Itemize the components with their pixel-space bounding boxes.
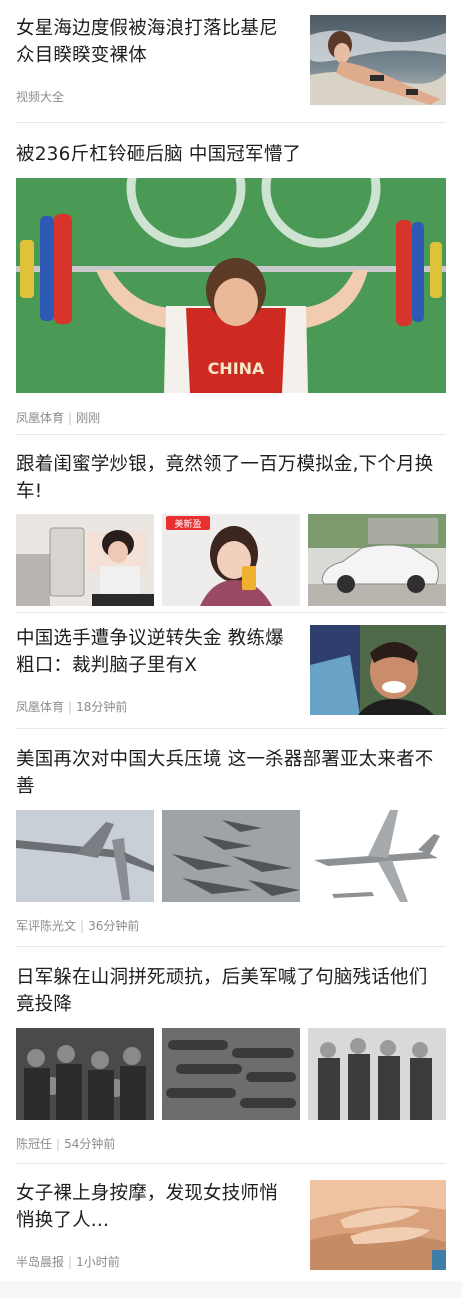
news-source: 军评陈光文 bbox=[16, 919, 77, 933]
bombers-parked-photo[interactable] bbox=[162, 810, 300, 902]
news-title[interactable]: 跟着闺蜜学炒银，竟然领了一百万模拟金,下个月换车! bbox=[16, 451, 446, 505]
news-source: 陈冠任 bbox=[16, 1137, 53, 1151]
soldiers-prone-photo[interactable] bbox=[162, 1028, 300, 1120]
soldiers-group-photo[interactable] bbox=[16, 1028, 154, 1120]
massage-photo[interactable] bbox=[310, 1180, 446, 1270]
news-source: 凤凰体育 bbox=[16, 700, 65, 714]
news-source: 凤凰体育 bbox=[16, 411, 65, 425]
news-item[interactable]: 被236斤杠铃砸后脑 中国冠军懵了 CHINA 凤凰体育 | 刚刚 bbox=[16, 123, 446, 435]
news-item[interactable]: 跟着闺蜜学炒银，竟然领了一百万模拟金,下个月换车! 美新盈 bbox=[16, 435, 446, 613]
news-title[interactable]: 美国再次对中国大兵压境 这一杀器部署亚太来者不善 bbox=[16, 746, 446, 800]
coach-photo[interactable] bbox=[310, 625, 446, 715]
news-meta: 陈冠任 | 54分钟前 bbox=[16, 1137, 116, 1151]
bomber-drawing[interactable] bbox=[308, 810, 446, 902]
news-time: 54分钟前 bbox=[64, 1137, 116, 1151]
news-meta: 凤凰体育 | 18分钟前 bbox=[16, 700, 128, 714]
news-title[interactable]: 女星海边度假被海浪打落比基尼众目睽睽变裸体 bbox=[16, 15, 288, 69]
news-time: 18分钟前 bbox=[76, 700, 128, 714]
news-feed: 女星海边度假被海浪打落比基尼众目睽睽变裸体 视频大全 被236斤杠铃砸后脑 中国… bbox=[0, 0, 462, 1281]
beach-photo[interactable] bbox=[310, 15, 446, 105]
news-item[interactable]: 美国再次对中国大兵压境 这一杀器部署亚太来者不善 军评陈光文 | 36分钟前 bbox=[16, 729, 446, 947]
news-source: 半岛晨报 bbox=[16, 1255, 65, 1269]
news-title[interactable]: 女子裸上身按摩，发现女技师悄悄换了人... bbox=[16, 1180, 288, 1234]
news-item[interactable]: 女子裸上身按摩，发现女技师悄悄换了人... 半岛晨报 | 1小时前 bbox=[16, 1164, 446, 1281]
bomber-flight-photo[interactable] bbox=[16, 810, 154, 902]
news-item[interactable]: 中国选手遭争议逆转失金 教练爆粗口：裁判脑子里有X 凤凰体育 | 18分钟前 bbox=[16, 613, 446, 729]
news-meta: 半岛晨报 | 1小时前 bbox=[16, 1255, 120, 1269]
weightlifter-photo[interactable]: CHINA bbox=[16, 178, 446, 393]
news-time: 刚刚 bbox=[76, 411, 101, 425]
news-title[interactable]: 日军躲在山洞拼死顽抗，后美军喊了句脑残话他们竟投降 bbox=[16, 964, 446, 1018]
phone-girl-photo[interactable]: 美新盈 bbox=[162, 514, 300, 606]
news-meta: 凤凰体育 | 刚刚 bbox=[16, 411, 101, 425]
news-time: 36分钟前 bbox=[88, 919, 140, 933]
news-title[interactable]: 中国选手遭争议逆转失金 教练爆粗口：裁判脑子里有X bbox=[16, 625, 288, 679]
officers-photo[interactable] bbox=[308, 1028, 446, 1120]
news-source: 视频大全 bbox=[16, 90, 65, 104]
news-meta: 视频大全 bbox=[16, 89, 288, 105]
news-title[interactable]: 被236斤杠铃砸后脑 中国冠军懵了 bbox=[16, 141, 446, 168]
silver-bars-photo[interactable] bbox=[16, 514, 154, 606]
news-time: 1小时前 bbox=[76, 1255, 120, 1269]
news-item[interactable]: 女星海边度假被海浪打落比基尼众目睽睽变裸体 视频大全 bbox=[16, 0, 446, 123]
white-car-photo[interactable] bbox=[308, 514, 446, 606]
ad-logo-text: 美新盈 bbox=[174, 518, 201, 530]
news-meta: 军评陈光文 | 36分钟前 bbox=[16, 919, 140, 933]
jersey-text: CHINA bbox=[208, 359, 265, 378]
news-item[interactable]: 日军躲在山洞拼死顽抗，后美军喊了句脑残话他们竟投降 陈冠任 | 54分钟前 bbox=[16, 947, 446, 1164]
